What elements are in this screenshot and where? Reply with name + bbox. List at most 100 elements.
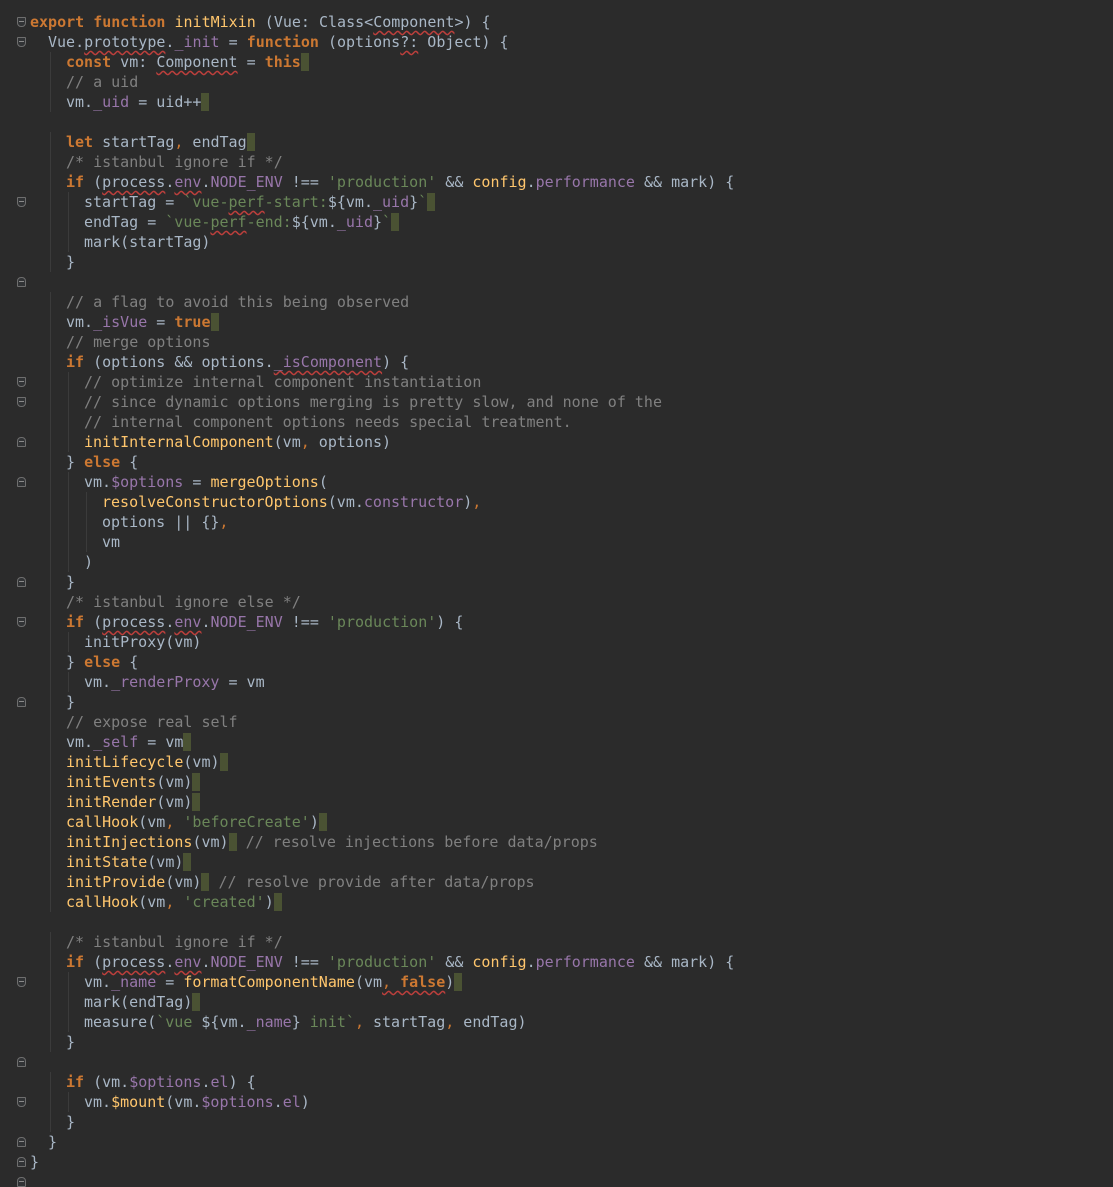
code-token: config: [472, 173, 527, 191]
fold-end-icon[interactable]: [17, 1177, 26, 1187]
code-token: ${vm.: [201, 1013, 247, 1031]
indent-guide: [50, 712, 51, 732]
code-line: initRender(vm): [30, 792, 1113, 812]
code-token: process: [102, 173, 166, 191]
code-token: else: [84, 453, 121, 471]
code-token: ${vm.: [291, 213, 337, 231]
fold-end-icon[interactable]: [17, 1157, 26, 1167]
indent-guide: [50, 1112, 51, 1132]
code-line: measure(`vue ${vm._name} init`, startTag…: [30, 1012, 1113, 1032]
code-token: vm.: [66, 93, 94, 111]
code-token: el: [282, 1093, 301, 1111]
indent-guide: [50, 332, 51, 352]
indent-guide: [50, 532, 51, 552]
code-token: initState: [66, 853, 148, 871]
code-token: (vm): [183, 753, 220, 771]
indent-guide: [50, 552, 51, 572]
fold-end-icon[interactable]: [17, 1137, 26, 1147]
code-line: ): [30, 552, 1113, 572]
fold-collapse-icon[interactable]: [17, 197, 26, 207]
code-token: =: [147, 313, 175, 331]
indent-guide: [50, 92, 51, 112]
line-end-marker: [192, 773, 201, 791]
code-editor[interactable]: export function initMixin (Vue: Class<Co…: [0, 0, 1113, 1187]
code-token: `vue-: [165, 213, 211, 231]
code-token: /* istanbul ignore if */: [66, 933, 283, 951]
code-token: initEvents: [66, 773, 157, 791]
code-token: callHook: [66, 893, 139, 911]
line-end-marker: [454, 973, 463, 991]
fold-collapse-icon[interactable]: [17, 617, 26, 627]
code-token: vm.: [84, 1093, 112, 1111]
code-token: $options: [201, 1093, 274, 1111]
code-token: mark(startTag): [84, 233, 211, 251]
code-token: ): [463, 493, 473, 511]
code-line: // internal component options needs spec…: [30, 412, 1113, 432]
code-token: $options: [129, 1073, 202, 1091]
fold-end-icon[interactable]: [17, 1057, 26, 1067]
code-token: _init: [174, 33, 220, 51]
code-token: config: [472, 953, 527, 971]
fold-end-icon[interactable]: [17, 697, 26, 707]
indent-guide: [50, 452, 51, 472]
indent-guide: [50, 952, 51, 972]
line-end-marker: [219, 753, 228, 771]
code-token: _name: [111, 973, 157, 991]
indent-guide: [50, 672, 51, 692]
code-line: const vm: Component = this: [30, 52, 1113, 72]
code-token: startTag: [363, 1013, 446, 1031]
code-token: // expose real self: [66, 713, 238, 731]
code-token: env: [174, 953, 202, 971]
code-token: initLifecycle: [66, 753, 184, 771]
code-token: (vm.: [327, 493, 364, 511]
code-token: ): [84, 553, 94, 571]
indent-guide: [68, 632, 69, 652]
fold-collapse-icon[interactable]: [17, 17, 26, 27]
line-end-marker: [391, 213, 400, 231]
fold-collapse-icon[interactable]: [17, 37, 26, 47]
indent-guide: [50, 1032, 51, 1052]
code-line: mark(endTag): [30, 992, 1113, 1012]
indent-guide: [50, 72, 51, 92]
code-token: (vm): [192, 833, 229, 851]
fold-end-icon[interactable]: [17, 437, 26, 447]
code-token: =: [237, 53, 265, 71]
code-token: initMixin: [174, 13, 256, 31]
code-token: else: [84, 653, 121, 671]
indent-guide: [50, 392, 51, 412]
code-token: .: [526, 953, 536, 971]
code-token: ,: [472, 493, 482, 511]
code-token: _self: [93, 733, 139, 751]
fold-end-icon[interactable]: [17, 577, 26, 587]
code-token: .: [201, 613, 211, 631]
fold-collapse-icon[interactable]: [17, 1097, 26, 1107]
code-area[interactable]: export function initMixin (Vue: Class<Co…: [30, 12, 1113, 1172]
fold-collapse-icon[interactable]: [17, 377, 26, 387]
indent-guide: [50, 572, 51, 592]
code-token: ${vm.: [327, 193, 373, 211]
code-token: // internal component options needs spec…: [84, 413, 572, 431]
code-token: if: [66, 173, 85, 191]
code-token: $mount: [111, 1093, 166, 1111]
line-end-marker: [273, 893, 282, 911]
code-token: prototype: [84, 33, 166, 51]
fold-collapse-icon[interactable]: [17, 397, 26, 407]
code-line: // since dynamic options merging is pret…: [30, 392, 1113, 412]
fold-end-icon[interactable]: [17, 477, 26, 487]
code-token: (options: [318, 33, 401, 51]
indent-guide: [50, 372, 51, 392]
code-token: (vm): [165, 873, 202, 891]
code-token: initProxy(vm): [84, 633, 202, 651]
indent-guide: [50, 132, 51, 152]
code-line: } else {: [30, 652, 1113, 672]
code-token: }: [66, 693, 76, 711]
fold-collapse-icon[interactable]: [17, 977, 26, 987]
code-token: NODE_ENV: [210, 173, 283, 191]
fold-end-icon[interactable]: [17, 277, 26, 287]
code-token: .: [201, 173, 211, 191]
code-token: vm: [102, 533, 121, 551]
indent-guide: [68, 392, 69, 412]
code-token: initRender: [66, 793, 157, 811]
code-token: // resolve injections before data/props: [236, 833, 598, 851]
